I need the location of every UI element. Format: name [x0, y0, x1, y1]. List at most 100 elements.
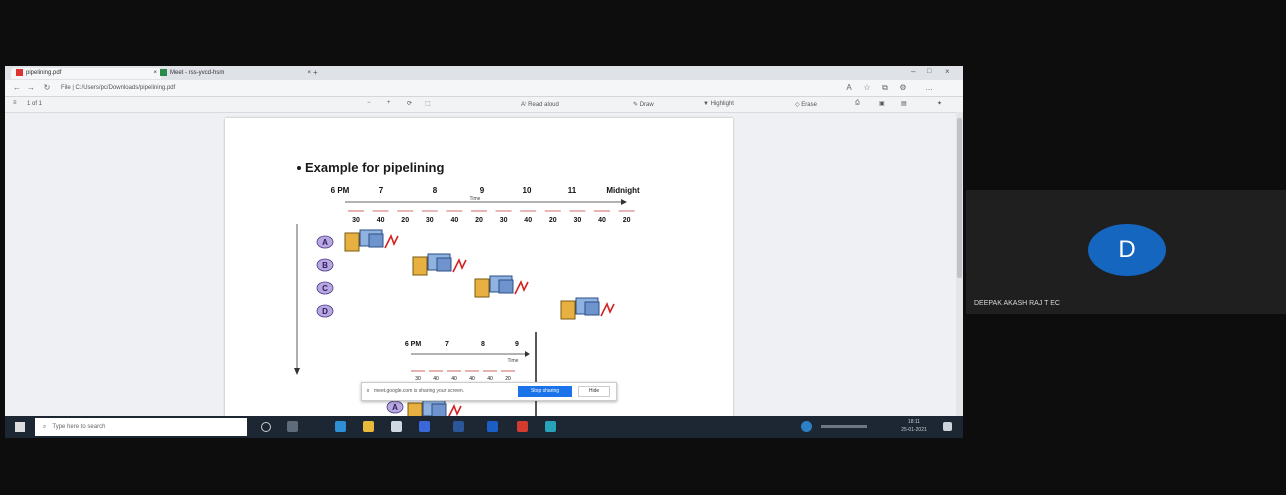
folding-icon: [584, 301, 600, 316]
taskbar-search-placeholder: Type here to search: [52, 424, 106, 430]
favorite-icon[interactable]: ☆: [863, 84, 871, 92]
pdf-toolbar: ≡ 1 of 1 − + ⟳ ⬚ A⁾ Read aloud ✎ Draw ▼ …: [5, 97, 963, 113]
app-icon-mail[interactable]: [487, 421, 498, 432]
tab-label: Meet - rss-yvcd-hsm: [170, 70, 225, 76]
duration-label: 40: [377, 217, 385, 224]
tray-icons[interactable]: [821, 425, 867, 428]
tab-meet[interactable]: Meet - rss-yvcd-hsm ×: [155, 68, 315, 79]
duration-label: 20: [549, 217, 557, 224]
page-indicator[interactable]: 1 of 1: [27, 101, 42, 107]
duration-label: 40: [598, 217, 606, 224]
maximize-icon[interactable]: □: [927, 68, 931, 75]
read-aloud-button[interactable]: A⁾ Read aloud: [521, 101, 559, 108]
windows-start-icon[interactable]: [15, 422, 25, 432]
read-mode-icon[interactable]: A: [845, 84, 853, 92]
slide-title: Example for pipelining: [305, 160, 444, 175]
app-icon-blue[interactable]: [419, 421, 430, 432]
storing-icon: [514, 280, 529, 295]
participant-tile[interactable]: D DEEPAK AKASH RAJ T EC: [966, 190, 1286, 314]
draw-icon: ✎: [633, 102, 639, 108]
time-label: 9: [515, 341, 519, 348]
task-view-icon[interactable]: [287, 421, 298, 432]
load-label: A: [322, 238, 328, 247]
time-label: 7: [379, 186, 384, 195]
address-field[interactable]: File | C:/Users/pc/Downloads/pipelining.…: [61, 83, 861, 93]
erase-button[interactable]: ◇ Erase: [795, 101, 817, 108]
scrollbar-thumb[interactable]: [957, 118, 962, 278]
washer-icon: [412, 256, 428, 276]
washer-icon: [560, 300, 576, 320]
store-icon[interactable]: [391, 421, 402, 432]
cortana-icon[interactable]: [261, 422, 271, 432]
washer-icon: [344, 232, 360, 252]
new-tab-icon[interactable]: +: [313, 68, 318, 77]
duration-label: 20: [401, 217, 409, 224]
meet-icon: [160, 68, 167, 76]
scrollbar[interactable]: [956, 112, 963, 416]
file-explorer-icon[interactable]: [363, 421, 374, 432]
app-icon-teal[interactable]: [545, 421, 556, 432]
load-label: C: [322, 284, 328, 293]
highlight-label: Highlight: [710, 101, 734, 107]
share-message: meet.google.com is sharing your screen.: [374, 388, 465, 394]
collections-icon[interactable]: ⧉: [881, 84, 889, 92]
load-label: A: [392, 403, 398, 412]
rotate-icon[interactable]: ⟳: [407, 100, 412, 107]
notification-icon[interactable]: [943, 422, 952, 431]
storing-icon: [452, 258, 467, 273]
participant-name: DEEPAK AKASH RAJ T EC: [974, 300, 1060, 307]
erase-label: Erase: [801, 102, 817, 108]
time-label: Midnight: [606, 186, 640, 195]
taskbar-search[interactable]: ⌕ Type here to search: [35, 418, 247, 436]
bullet-icon: [297, 166, 301, 170]
highlight-button[interactable]: ▼ Highlight: [703, 101, 734, 107]
app-icon-red[interactable]: [517, 421, 528, 432]
app-icon-word[interactable]: [453, 421, 464, 432]
print-icon[interactable]: ⎙: [855, 100, 860, 107]
back-icon[interactable]: ←: [13, 84, 21, 92]
duration-label: 40: [524, 217, 532, 224]
draw-button[interactable]: ✎ Draw: [633, 101, 654, 108]
close-icon[interactable]: ×: [307, 68, 311, 79]
folding-icon: [498, 279, 514, 294]
time-label: 8: [433, 186, 438, 195]
zoom-out-icon[interactable]: −: [367, 100, 371, 106]
zoom-in-icon[interactable]: +: [387, 100, 391, 106]
forward-icon[interactable]: →: [27, 84, 35, 92]
load-label: D: [322, 307, 328, 316]
time-label: 10: [523, 186, 532, 195]
duration-label: 30: [500, 217, 508, 224]
tab-pipelining-pdf[interactable]: pipelining.pdf ×: [11, 68, 161, 79]
taskbar-clock[interactable]: 18:11 25-01-2021: [889, 418, 939, 434]
folding-icon: [368, 233, 384, 248]
edge-app-icon[interactable]: [335, 421, 346, 432]
time-axis-label: Time: [508, 358, 519, 364]
window-close-icon[interactable]: ×: [945, 67, 950, 76]
pin-icon[interactable]: ✦: [937, 100, 942, 107]
read-aloud-label: Read aloud: [528, 102, 559, 108]
extensions-icon[interactable]: ⚙: [899, 84, 907, 92]
browser-tab-strip: pipelining.pdf × Meet - rss-yvcd-hsm × +…: [5, 66, 963, 80]
time-axis-label: Time: [470, 196, 481, 202]
time-label: 6 PM: [405, 341, 422, 348]
screen-share-notification: ॥ meet.google.com is sharing your screen…: [361, 382, 617, 401]
duration-label: 20: [623, 217, 631, 224]
save-as-icon[interactable]: ▤: [901, 100, 907, 107]
washer-icon: [474, 278, 490, 298]
hide-button[interactable]: Hide: [578, 386, 610, 397]
pdf-icon: [16, 68, 23, 76]
more-menu-icon[interactable]: …: [925, 84, 933, 92]
duration-label: 20: [475, 217, 483, 224]
app-icon-tray[interactable]: [801, 421, 812, 432]
storing-icon: [600, 302, 615, 317]
refresh-icon[interactable]: ↻: [43, 84, 51, 92]
save-icon[interactable]: ▣: [879, 100, 885, 107]
minimize-icon[interactable]: –: [911, 67, 915, 76]
contents-icon[interactable]: ≡: [13, 100, 17, 106]
clock-time: 18:11: [907, 419, 921, 425]
fit-page-icon[interactable]: ⬚: [425, 100, 431, 107]
stop-sharing-button[interactable]: Stop sharing: [518, 386, 572, 397]
time-label: 9: [480, 186, 485, 195]
duration-label: 40: [451, 217, 459, 224]
shared-screen: pipelining.pdf × Meet - rss-yvcd-hsm × +…: [5, 66, 963, 438]
